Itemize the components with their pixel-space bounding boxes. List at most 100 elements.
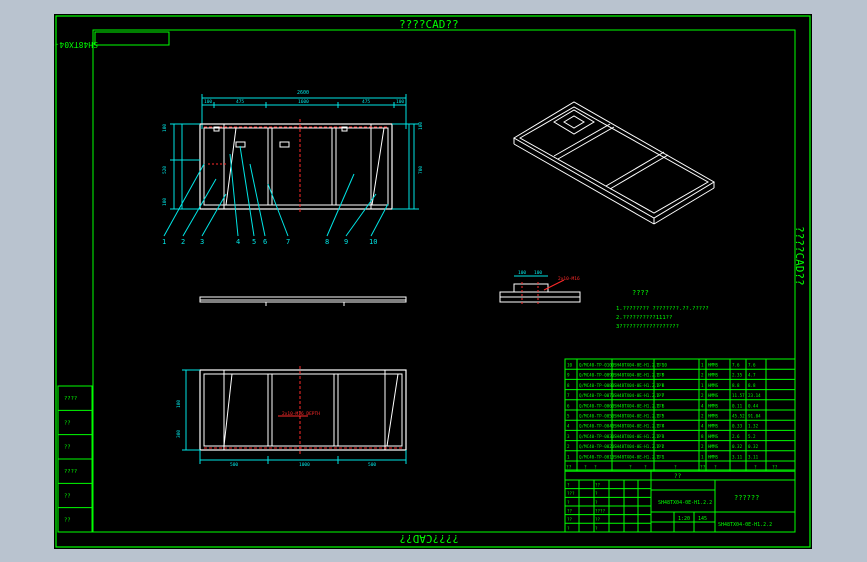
left-strip-cell: ???? [64,469,77,475]
tb-cell: ? [595,500,598,505]
left-strip-cell: ?? [64,420,71,426]
table-cell: HMMS [708,363,719,368]
bottom-view: 2x10-M16 DEPTH 500 1000 500 100 300 [176,366,407,468]
table-cell: 1 [567,454,570,459]
segment-dim: 100 [204,99,212,105]
left-strip-labels: ???????????????? [58,396,92,524]
tb-drawing-code: SH48TX04-0E-H1.2.2 [658,500,712,506]
table-cell: 0.32 [748,444,759,449]
table-cell: 7 [567,393,570,398]
tb-cell: ??? [567,491,575,496]
table-cell: ??? [656,424,664,429]
table-cell: 8.8 [748,383,756,388]
tb-top-label: ?? [674,473,682,480]
table-cell: HMMS [708,454,719,459]
leader-label: 6 [263,238,267,246]
sheet-border [55,15,811,548]
detail-dim-2: 100 [534,270,542,276]
leader-label: 4 [236,238,240,246]
leader-label: 10 [369,238,377,246]
table-cell: Q/MC40-TP-0010 [579,454,615,459]
table-cell: HMMS [708,424,719,429]
bottom-left-dim: 100 [176,400,182,408]
leader-label: 2 [181,238,185,246]
table-cell: 3.11 [748,454,759,459]
tb-cell: ? [567,500,570,505]
leader-label: 5 [252,238,256,246]
mirrored-code-box [94,31,170,46]
tb-code-repeat: SH48TX04-0E-H1.2.2 [718,522,772,528]
table-cell: ??? [656,363,664,368]
left-dim: 100 [162,198,168,206]
table-cell: ??? [656,383,664,388]
leader-label: 3 [200,238,204,246]
left-strip-cell: ?? [64,518,71,524]
bottom-left-dim: 300 [176,430,182,438]
tb-cell: ?? [567,517,573,522]
tb-cell: ? [595,491,598,496]
table-cell: 10 [567,363,573,368]
cad-viewport[interactable]: ????CAD?? ????CAD?? ????CAD?? SH48TX04-0… [11,14,812,549]
table-cell: ??? [656,393,664,398]
table-cell: 0.44 [748,403,759,408]
leader-label: 7 [286,238,290,246]
table-cell: 3.11 [732,454,743,459]
table-cell: HMMS [708,373,719,378]
table-cell: HMMS [708,414,719,419]
table-cell: 8 [567,383,570,388]
table-cell: 6 [567,403,570,408]
tb-cell: ? [567,526,570,531]
table-cell: 1 [701,383,704,388]
table-cell: ??? [656,434,664,439]
tb-weight: 145 [698,516,707,522]
table-cell: 8 [701,434,704,439]
table-cell: 2.6 [732,434,740,439]
title-block: ?? SH48TX04-0E-H1.2.2 ?????? 1:20 145 SH… [564,469,796,533]
overall-dim: 2600 [297,90,309,96]
watermark-top: ????CAD?? [399,18,459,31]
detail-callout: 2x10-M16 [558,276,580,282]
top-view: 2600 100 475 1600 475 100 100520100 1007… [162,90,424,246]
table-cell: Q/MC40-TP-0100 [579,363,615,368]
table-cell: ??? [656,373,664,378]
bottom-annotation: 2x10-M16 DEPTH [282,411,320,417]
table-cell: 7.6 [732,363,740,368]
mirrored-code: SH48TX04-0E-H1.2.2 [54,40,98,49]
table-cell: 2 [567,444,570,449]
table-cell: 23.14 [748,393,761,398]
table-cell: 7.6 [748,363,756,368]
bottom-dim: 500 [230,462,238,468]
table-cell: 0.32 [732,444,743,449]
left-dim: 520 [162,166,168,174]
detail-view: 100 100 2x10-M16 [499,270,581,306]
table-cell: Q/MC40-TP-0020 [579,444,615,449]
leader-label: 1 [162,238,166,246]
table-cell: ??? [656,454,664,459]
table-cell: 4 [701,424,704,429]
table-cell: Q/MC40-TP-0090 [579,373,615,378]
detail-dim-1: 100 [518,270,526,276]
table-cell: Q/MC40-TP-0030 [579,434,615,439]
table-cell: 91.04 [748,414,761,419]
table-cell: Q/MC40-TP-0080 [579,383,615,388]
segment-dim: 475 [236,99,244,105]
cad-drawing: ????CAD?? ????CAD?? ????CAD?? SH48TX04-0… [11,15,811,548]
table-cell: 2.35 [732,373,743,378]
table-cell: 0.33 [732,424,743,429]
segment-dim: 100 [396,99,404,105]
table-cell: 4 [567,424,570,429]
table-cell: 2 [701,414,704,419]
drawing-frame [92,29,796,533]
table-cell: 4.7 [748,373,756,378]
table-cell: HMMS [708,444,719,449]
table-cell: 2 [701,373,704,378]
table-cell: Q/MC40-TP-0070 [579,393,615,398]
watermark-bottom: ????CAD?? [399,532,459,545]
side-view [199,296,407,306]
bottom-dim: 500 [368,462,376,468]
table-cell: 1.32 [748,424,759,429]
table-cell: 4 [701,403,704,408]
table-cell: 5.2 [748,434,756,439]
right-dim: 100 [418,122,424,130]
notes-line-2: 2.??????????111?? [616,315,672,321]
